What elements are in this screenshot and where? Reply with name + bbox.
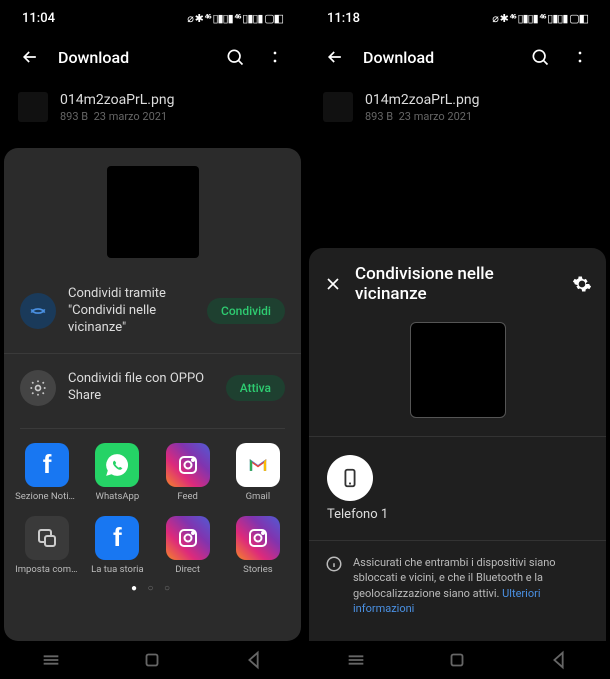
app-icon [25, 516, 69, 560]
nav-recent-icon[interactable] [40, 649, 62, 671]
app-icon: f [95, 516, 139, 560]
app-title: Download [363, 48, 512, 67]
status-icons: ⌀ ✱ ⁴⁶ ▯▮▯▮ ⁴⁶ ▯▮▯▮ ▢◧ [492, 12, 588, 25]
app-icon [236, 443, 280, 487]
close-icon[interactable] [323, 274, 343, 294]
share-app-0[interactable]: f Sezione Notizie [12, 443, 82, 502]
oppo-share-row[interactable]: Condividi file con OPPO Share Attiva [4, 353, 301, 416]
share-app-2[interactable]: Feed [153, 443, 223, 502]
nav-bar [0, 641, 305, 679]
nearby-device[interactable]: Telefono 1 [309, 437, 606, 540]
file-thumbnail [18, 92, 48, 122]
app-icon [236, 516, 280, 560]
app-label: Stories [243, 564, 273, 575]
app-label: Sezione Notizie [15, 491, 79, 502]
device-label: Telefono 1 [327, 507, 588, 522]
share-preview [107, 166, 199, 258]
nearby-share-row[interactable]: Condividi tramite "Condividi nelle vicin… [4, 276, 301, 347]
file-name: 014m2zoaPrL.png [365, 92, 592, 108]
file-meta: 893 B 23 marzo 2021 [365, 110, 592, 123]
file-meta: 893 B 23 marzo 2021 [60, 110, 287, 123]
status-time: 11:18 [327, 11, 360, 26]
app-label: Imposta come immagine del ... [15, 564, 79, 575]
more-icon[interactable] [263, 45, 287, 69]
phone-right: 11:18 ⌀ ✱ ⁴⁶ ▯▮▯▮ ⁴⁶ ▯▮▯▮ ▢◧ Download 01… [305, 0, 610, 679]
app-bar: Download [305, 36, 610, 78]
oppo-share-icon [20, 370, 56, 406]
share-app-6[interactable]: Direct [153, 516, 223, 575]
status-icons: ⌀ ✱ ⁴⁶ ▯▮▯▮ ⁴⁶ ▯▮▯▮ ▢◧ [187, 12, 283, 25]
share-app-1[interactable]: WhatsApp [82, 443, 152, 502]
status-time: 11:04 [22, 11, 55, 26]
file-row[interactable]: 014m2zoaPrL.png 893 B 23 marzo 2021 [305, 78, 610, 137]
share-app-3[interactable]: Gmail [223, 443, 293, 502]
nav-bar [305, 641, 610, 679]
app-title: Download [58, 48, 207, 67]
file-name: 014m2zoaPrL.png [60, 92, 287, 108]
info-text: Assicurati che entrambi i dispositivi si… [353, 555, 590, 617]
share-app-7[interactable]: Stories [223, 516, 293, 575]
app-icon [166, 516, 210, 560]
share-app-4[interactable]: Imposta come immagine del ... [12, 516, 82, 575]
search-icon[interactable] [528, 45, 552, 69]
nearby-panel-title: Condivisione nelle vicinanze [355, 264, 560, 304]
app-label: La tua storia [91, 564, 144, 575]
nearby-share-label: Condividi tramite "Condividi nelle vicin… [68, 286, 195, 337]
app-label: Gmail [246, 491, 271, 502]
app-icon [95, 443, 139, 487]
nav-back-icon[interactable] [548, 649, 570, 671]
nearby-share-icon [20, 293, 56, 329]
back-icon[interactable] [18, 45, 42, 69]
app-label: WhatsApp [96, 491, 140, 502]
app-icon: f [25, 443, 69, 487]
nearby-panel-header: Condivisione nelle vicinanze [309, 264, 606, 316]
app-label: Direct [175, 564, 200, 575]
page-dots: ● ○ ○ [4, 583, 301, 594]
status-bar: 11:04 ⌀ ✱ ⁴⁶ ▯▮▯▮ ⁴⁶ ▯▮▯▮ ▢◧ [0, 0, 305, 36]
file-thumbnail [323, 92, 353, 122]
nav-back-icon[interactable] [243, 649, 265, 671]
back-icon[interactable] [323, 45, 347, 69]
status-bar: 11:18 ⌀ ✱ ⁴⁶ ▯▮▯▮ ⁴⁶ ▯▮▯▮ ▢◧ [305, 0, 610, 36]
phone-left: 11:04 ⌀ ✱ ⁴⁶ ▯▮▯▮ ⁴⁶ ▯▮▯▮ ▢◧ Download 01… [0, 0, 305, 679]
apps-grid: f Sezione Notizie WhatsApp Feed Gmail Imposta… [4, 435, 301, 575]
nav-home-icon[interactable] [446, 649, 468, 671]
share-app-5[interactable]: f La tua storia [82, 516, 152, 575]
app-label: Feed [177, 491, 198, 502]
info-row: Assicurati che entrambi i dispositivi si… [309, 541, 606, 631]
nav-recent-icon[interactable] [345, 649, 367, 671]
app-icon [166, 443, 210, 487]
search-icon[interactable] [223, 45, 247, 69]
divider [20, 428, 285, 429]
app-bar: Download [0, 36, 305, 78]
device-icon [327, 455, 373, 501]
oppo-share-label: Condividi file con OPPO Share [68, 371, 214, 405]
share-sheet: Condividi tramite "Condividi nelle vicin… [4, 148, 301, 641]
nearby-preview [410, 322, 506, 418]
more-icon[interactable] [568, 45, 592, 69]
oppo-share-button[interactable]: Attiva [226, 375, 285, 401]
file-row[interactable]: 014m2zoaPrL.png 893 B 23 marzo 2021 [0, 78, 305, 137]
info-icon [325, 555, 343, 573]
nearby-panel: Condivisione nelle vicinanze Telefono 1 … [309, 248, 606, 641]
nav-home-icon[interactable] [141, 649, 163, 671]
settings-icon[interactable] [572, 274, 592, 294]
nearby-share-button[interactable]: Condividi [207, 298, 285, 324]
